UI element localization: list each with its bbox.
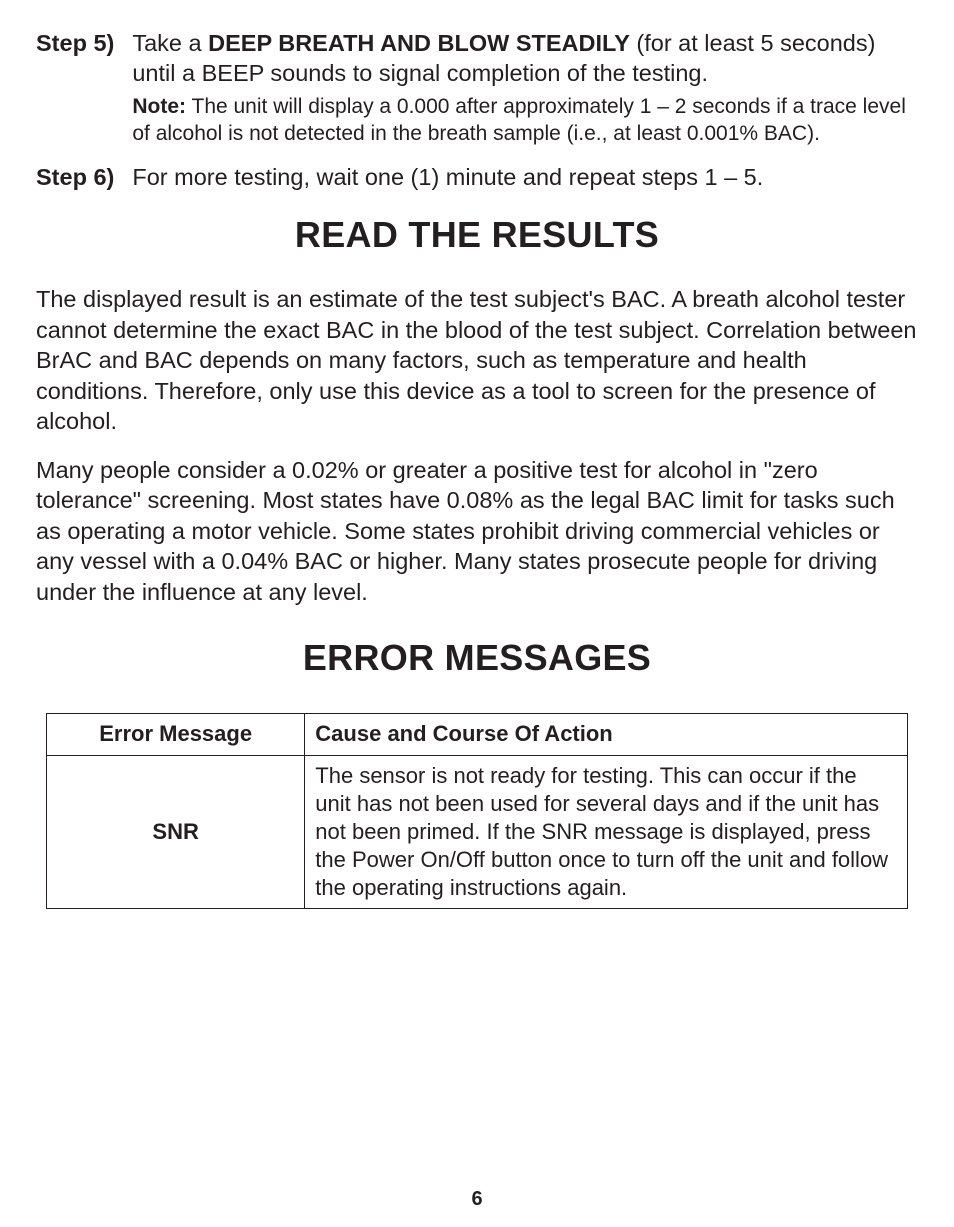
para-results-2: Many people consider a 0.02% or greater … — [36, 455, 918, 608]
step-5-body: Take a DEEP BREATH AND BLOW STEADILY (fo… — [132, 28, 918, 148]
step-5-pre: Take a — [132, 30, 208, 56]
step-5-note: Note: The unit will display a 0.000 afte… — [132, 94, 918, 148]
cell-error-message: SNR — [47, 755, 305, 909]
page-number: 6 — [0, 1188, 954, 1211]
step-6-body: For more testing, wait one (1) minute an… — [132, 162, 918, 192]
col-error-message: Error Message — [47, 714, 305, 755]
step-6-label: Step 6) — [36, 162, 114, 192]
para-results-1: The displayed result is an estimate of t… — [36, 284, 918, 437]
step-5-note-label: Note: — [132, 95, 186, 118]
step-5: Step 5) Take a DEEP BREATH AND BLOW STEA… — [36, 28, 918, 148]
step-5-label: Step 5) — [36, 28, 114, 148]
heading-errors: ERROR MESSAGES — [36, 637, 918, 679]
heading-results: READ THE RESULTS — [36, 214, 918, 256]
table-header-row: Error Message Cause and Course Of Action — [47, 714, 908, 755]
step-5-note-text: The unit will display a 0.000 after appr… — [132, 95, 906, 145]
col-cause: Cause and Course Of Action — [305, 714, 908, 755]
cell-cause: The sensor is not ready for testing. Thi… — [305, 755, 908, 909]
step-5-bold: DEEP BREATH AND BLOW STEADILY — [208, 30, 630, 56]
table-row: SNR The sensor is not ready for testing.… — [47, 755, 908, 909]
step-6: Step 6) For more testing, wait one (1) m… — [36, 162, 918, 192]
error-table: Error Message Cause and Course Of Action… — [46, 713, 908, 909]
